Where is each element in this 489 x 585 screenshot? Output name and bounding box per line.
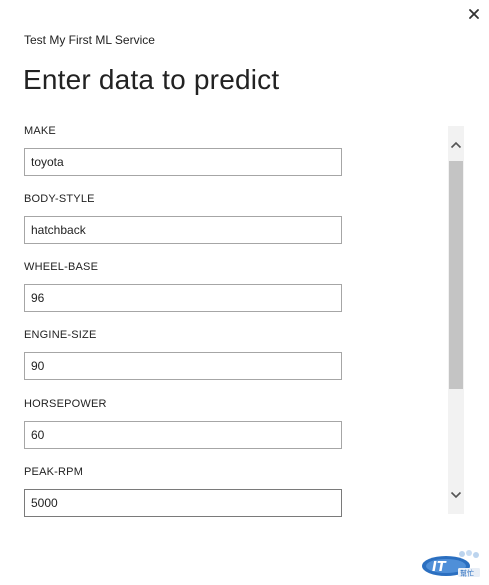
predict-dialog: Test My First ML Service Enter data to p… (0, 0, 489, 585)
field-body-style: BODY-STYLE (24, 193, 342, 244)
field-horsepower: HORSEPOWER (24, 398, 342, 449)
peak-rpm-input[interactable] (24, 489, 342, 517)
scroll-down-button[interactable] (448, 480, 464, 510)
form-scroll-area: MAKE BODY-STYLE WHEEL-BASE ENGINE-SIZE H… (24, 120, 424, 520)
svg-text:幫忙: 幫忙 (460, 569, 474, 578)
field-label-body-style: BODY-STYLE (24, 193, 95, 205)
field-peak-rpm: PEAK-RPM (24, 466, 342, 517)
vertical-scrollbar[interactable] (448, 126, 464, 514)
field-label-engine-size: ENGINE-SIZE (24, 329, 97, 341)
page-title: Enter data to predict (23, 64, 280, 95)
close-button[interactable] (464, 4, 484, 24)
body-style-input[interactable] (24, 216, 342, 244)
field-engine-size: ENGINE-SIZE (24, 329, 342, 380)
engine-size-input[interactable] (24, 352, 342, 380)
ithome-logo-icon: IT 幫忙 (422, 550, 480, 578)
chevron-up-icon (450, 141, 462, 149)
horsepower-input[interactable] (24, 421, 342, 449)
field-label-horsepower: HORSEPOWER (24, 398, 107, 410)
field-wheel-base: WHEEL-BASE (24, 261, 342, 312)
scroll-thumb[interactable] (449, 161, 463, 389)
svg-text:IT: IT (432, 560, 447, 575)
field-label-peak-rpm: PEAK-RPM (24, 466, 84, 478)
close-icon (469, 9, 479, 19)
field-make: MAKE (24, 125, 342, 176)
chevron-down-icon (450, 491, 462, 499)
wheel-base-input[interactable] (24, 284, 342, 312)
field-label-make: MAKE (24, 125, 56, 137)
scroll-up-button[interactable] (448, 130, 464, 160)
field-label-wheel-base: WHEEL-BASE (24, 261, 99, 273)
service-name: Test My First ML Service (24, 33, 155, 47)
make-input[interactable] (24, 148, 342, 176)
